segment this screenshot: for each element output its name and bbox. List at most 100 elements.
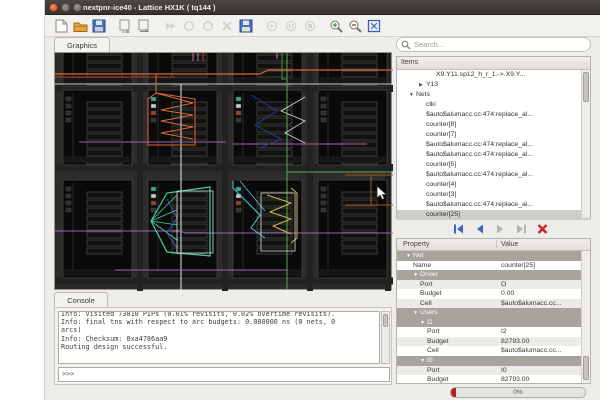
play-circle-icon[interactable] bbox=[264, 18, 280, 35]
next-button[interactable] bbox=[494, 223, 507, 234]
open-folder-icon[interactable] bbox=[72, 18, 88, 35]
properties-scrollbar[interactable] bbox=[581, 251, 590, 383]
console-input[interactable]: >>> bbox=[58, 367, 390, 382]
prev-button[interactable] bbox=[473, 223, 486, 234]
zoom-fit-icon[interactable] bbox=[366, 18, 382, 35]
fpga-tile bbox=[233, 90, 302, 165]
tree-item[interactable]: counter[3] bbox=[397, 190, 590, 200]
property-value: $auto$alumacc.cc... bbox=[501, 299, 561, 309]
property-group-label: Driver bbox=[420, 271, 438, 278]
forward-icon[interactable] bbox=[162, 18, 178, 35]
property-row[interactable]: Namecounter[25] bbox=[397, 261, 590, 271]
new-file-icon[interactable] bbox=[53, 18, 69, 35]
property-value: O bbox=[501, 280, 506, 290]
zoom-out-icon[interactable] bbox=[347, 18, 363, 35]
pause-circle-icon[interactable] bbox=[283, 18, 299, 35]
tree-item[interactable]: counter[7] bbox=[397, 130, 590, 140]
title-bar[interactable]: nextpnr-ice40 - Lattice HX1K ( tq144 ) bbox=[45, 0, 600, 15]
property-row[interactable]: Budget0.00 bbox=[397, 289, 590, 299]
app-window: nextpnr-ice40 - Lattice HX1K ( tq144 ) G… bbox=[45, 0, 600, 400]
console-scrollbar[interactable] bbox=[381, 311, 390, 364]
fpga-tile bbox=[148, 180, 217, 278]
tree-item-label: clki bbox=[426, 101, 436, 108]
zoom-in-icon[interactable] bbox=[328, 18, 344, 35]
progress-label: 0% bbox=[451, 388, 585, 398]
tree-item[interactable]: ▶Y13 bbox=[397, 80, 590, 90]
expanded-arrow-icon[interactable]: ▼ bbox=[406, 253, 411, 259]
first-button[interactable] bbox=[452, 223, 465, 234]
tree-item-label: counter[25] bbox=[426, 211, 460, 218]
fpga-canvas[interactable] bbox=[54, 52, 392, 290]
expanded-arrow-icon[interactable]: ▼ bbox=[413, 310, 418, 316]
search-input[interactable]: Search... bbox=[396, 37, 591, 52]
property-group-label: I2 bbox=[427, 319, 433, 326]
tree-item-label: counter[8] bbox=[426, 121, 456, 128]
property-group-row[interactable]: ▼I0 bbox=[397, 356, 590, 366]
property-row[interactable]: PortO bbox=[397, 280, 590, 290]
property-row[interactable]: Budget82793.00 bbox=[397, 375, 590, 384]
tree-item[interactable]: counter[8] bbox=[397, 120, 590, 130]
tree-item-label: counter[4] bbox=[426, 181, 456, 188]
window-title: nextpnr-ice40 - Lattice HX1K ( tq144 ) bbox=[83, 0, 216, 15]
clear-highlight-button[interactable] bbox=[536, 223, 549, 234]
property-group-label: I0 bbox=[427, 357, 433, 364]
property-group-row[interactable]: ▼Users bbox=[397, 308, 590, 318]
undo-circle-icon[interactable] bbox=[181, 18, 197, 35]
property-row[interactable]: Budget82793.00 bbox=[397, 337, 590, 347]
export-alt-icon[interactable] bbox=[136, 18, 152, 35]
collapsed-arrow-icon[interactable]: ▶ bbox=[419, 80, 426, 90]
minimize-icon[interactable] bbox=[61, 3, 70, 12]
expanded-arrow-icon[interactable]: ▼ bbox=[409, 90, 416, 100]
property-group-row[interactable]: ▼I2 bbox=[397, 318, 590, 328]
save-routing-icon[interactable] bbox=[238, 18, 254, 35]
toolbar bbox=[45, 16, 600, 37]
tree-item-label: counter[5] bbox=[426, 161, 456, 168]
property-row[interactable]: Cell$auto$alumacc.cc... bbox=[397, 299, 590, 309]
tab-console[interactable]: Console bbox=[54, 292, 108, 308]
export-icon[interactable] bbox=[117, 18, 133, 35]
fpga-tile bbox=[148, 53, 217, 86]
last-button[interactable] bbox=[515, 223, 528, 234]
save-icon[interactable] bbox=[91, 18, 107, 35]
expanded-arrow-icon[interactable]: ▼ bbox=[420, 358, 425, 364]
expanded-arrow-icon[interactable]: ▼ bbox=[420, 320, 425, 326]
tree-item[interactable]: counter[5] bbox=[397, 160, 590, 170]
property-label: Port bbox=[427, 327, 439, 337]
stop-circle-icon[interactable] bbox=[302, 18, 318, 35]
tree-item-label: counter[3] bbox=[426, 191, 456, 198]
close-icon[interactable] bbox=[49, 3, 58, 12]
tree-item[interactable]: $auto$alumacc.cc:474:replace_al... bbox=[397, 110, 590, 120]
property-row[interactable]: Port I2 bbox=[397, 327, 590, 337]
tree-item[interactable]: $auto$alumacc.cc:474:replace_al... bbox=[397, 150, 590, 160]
property-value: I2 bbox=[501, 327, 507, 337]
tab-graphics[interactable]: Graphics bbox=[54, 37, 110, 53]
properties-panel: Property Value ▼NetNamecounter[25]▼Drive… bbox=[396, 238, 591, 384]
property-value: I0 bbox=[501, 366, 507, 376]
properties-header: Property Value bbox=[397, 239, 590, 251]
tree-item[interactable]: $auto$alumacc.cc:474:replace_al... bbox=[397, 200, 590, 210]
tree-item-label: $auto$alumacc.cc:474:replace_al... bbox=[426, 111, 533, 118]
property-group-row[interactable]: ▼Net bbox=[397, 251, 590, 261]
fpga-tile bbox=[318, 90, 387, 165]
tree-item[interactable]: ▼Nets bbox=[397, 90, 590, 100]
tree-item[interactable]: $auto$alumacc.cc:474:replace_al... bbox=[397, 140, 590, 150]
property-group-label: Net bbox=[413, 252, 424, 259]
tree-item[interactable]: counter[25] bbox=[397, 210, 590, 220]
property-row[interactable]: Cell$auto$alumacc.cc... bbox=[397, 346, 590, 356]
tree-item[interactable]: counter[4] bbox=[397, 180, 590, 190]
items-scrollbar[interactable] bbox=[581, 70, 590, 218]
tree-item[interactable]: clki bbox=[397, 100, 590, 110]
tree-item[interactable]: $auto$alumacc.cc:474:replace_al... bbox=[397, 170, 590, 180]
tree-item-label: $auto$alumacc.cc:474:replace_al... bbox=[426, 151, 533, 158]
progress-bar: 0% bbox=[450, 387, 586, 398]
property-row[interactable]: PortI0 bbox=[397, 366, 590, 376]
property-label: Name bbox=[413, 261, 431, 271]
property-group-row[interactable]: ▼Driver bbox=[397, 270, 590, 280]
redo-circle-icon[interactable] bbox=[200, 18, 216, 35]
console-line: Info: final tns with respect to arc budg… bbox=[61, 318, 377, 326]
console-line: arcs) bbox=[61, 326, 377, 334]
expanded-arrow-icon[interactable]: ▼ bbox=[413, 272, 418, 278]
tree-item[interactable]: X9.Y11.sp12_h_r_1.->.X9.Y... bbox=[397, 70, 590, 80]
maximize-icon[interactable] bbox=[73, 3, 82, 12]
cancel-icon[interactable] bbox=[219, 18, 235, 35]
